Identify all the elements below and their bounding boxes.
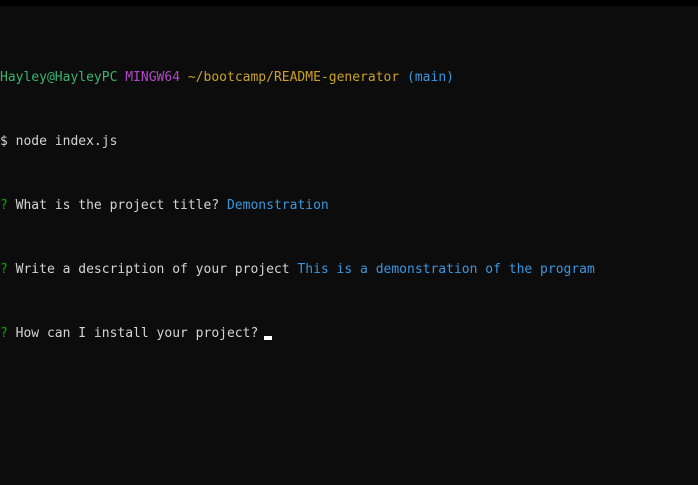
- question-text: Write a description of your project: [15, 262, 290, 277]
- question-marker: ?: [0, 198, 8, 213]
- question-text: How can I install your project?: [15, 326, 259, 341]
- prompt-branch: (main): [407, 70, 454, 85]
- question-line-install[interactable]: ? How can I install your project?: [0, 326, 698, 342]
- question-text: What is the project title?: [15, 198, 220, 213]
- prompt-line: Hayley@HayleyPC MINGW64 ~/bootcamp/READM…: [0, 70, 698, 86]
- prompt-path: ~/bootcamp/README-generator: [187, 70, 400, 85]
- text-cursor[interactable]: [264, 336, 273, 340]
- prompt-user-host: Hayley@HayleyPC: [0, 70, 118, 85]
- prompt-system: MINGW64: [125, 70, 181, 85]
- command-symbol: $: [0, 134, 8, 149]
- command-line: $ node index.js: [0, 134, 698, 150]
- command-text: node index.js: [15, 134, 118, 149]
- window-top-bar: [0, 0, 698, 6]
- terminal-screen[interactable]: Hayley@HayleyPC MINGW64 ~/bootcamp/READM…: [0, 22, 698, 485]
- answer-text: Demonstration: [226, 198, 329, 213]
- question-line-title: ? What is the project title? Demonstrati…: [0, 198, 698, 214]
- answer-text: This is a demonstration of the program: [297, 262, 595, 277]
- terminal-window[interactable]: Hayley@HayleyPC MINGW64 ~/bootcamp/READM…: [0, 0, 698, 485]
- question-line-description: ? Write a description of your project Th…: [0, 262, 698, 278]
- question-marker: ?: [0, 262, 8, 277]
- question-marker: ?: [0, 326, 8, 341]
